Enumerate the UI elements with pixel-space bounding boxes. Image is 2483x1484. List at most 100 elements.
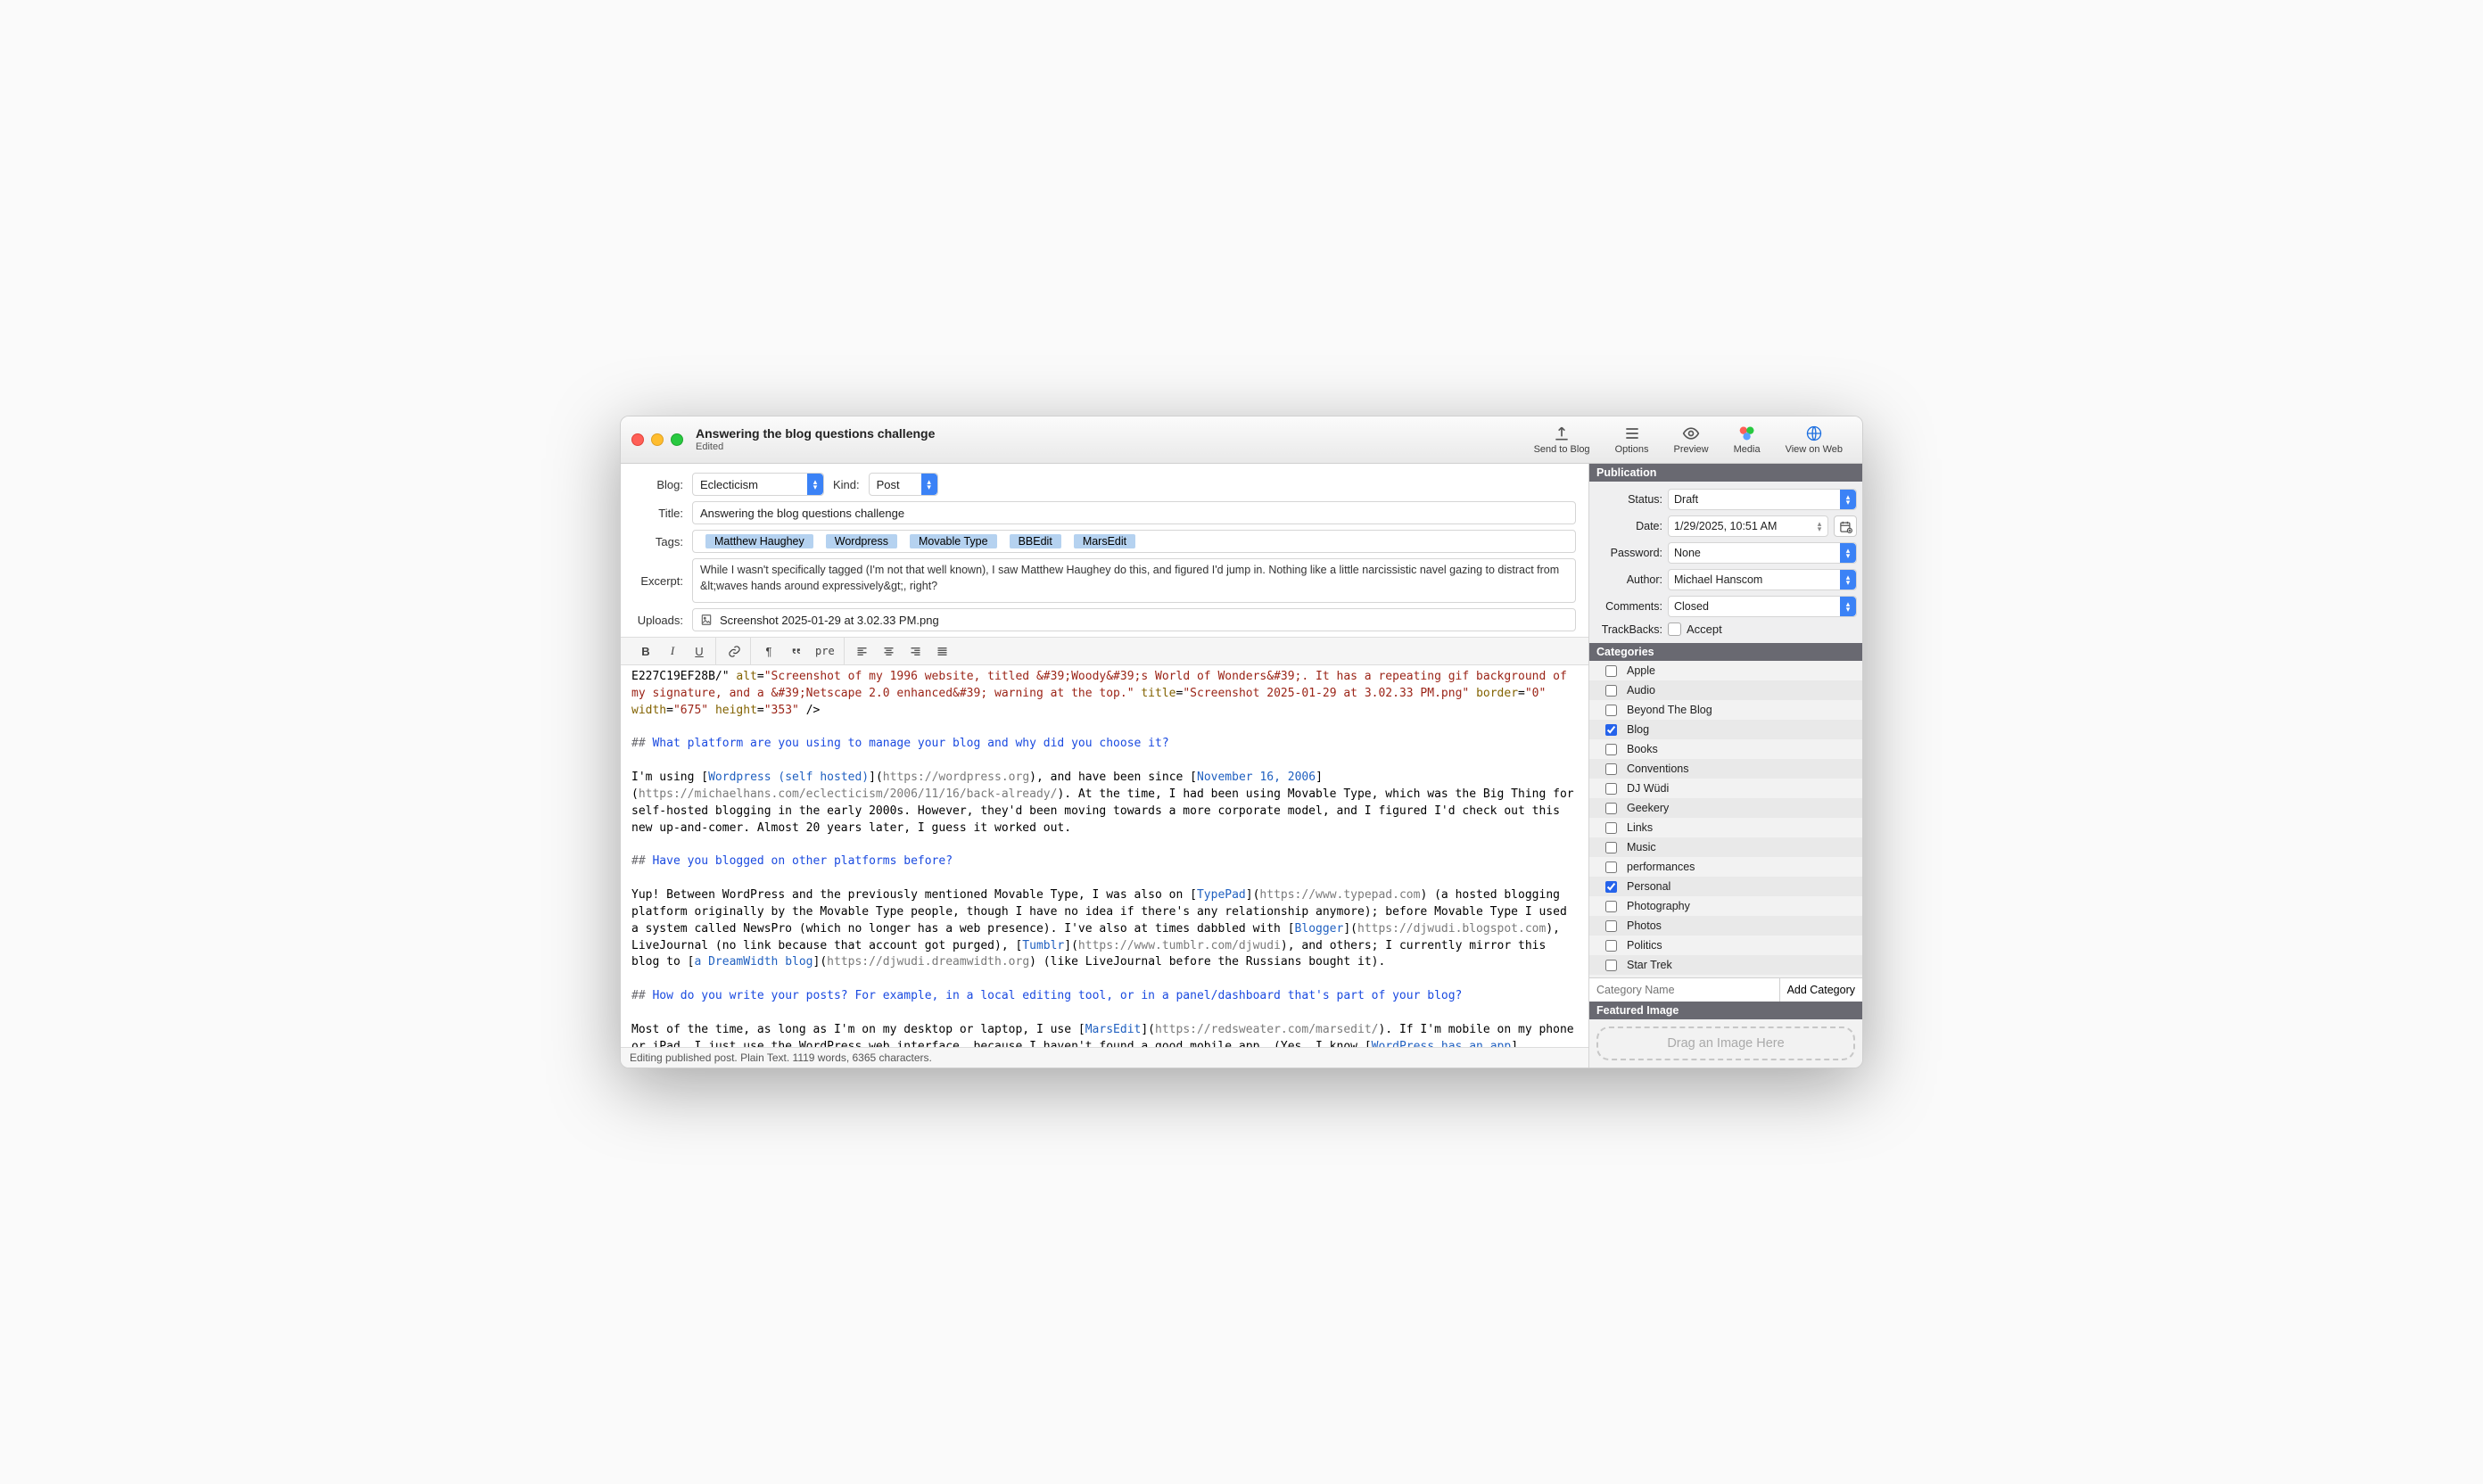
category-row[interactable]: Books: [1589, 739, 1862, 759]
category-label: Beyond The Blog: [1627, 704, 1712, 716]
status-select[interactable]: Draft▴▾: [1668, 489, 1857, 510]
excerpt-label: Excerpt:: [633, 574, 683, 588]
category-checkbox[interactable]: [1605, 862, 1617, 873]
featured-image-header: Featured Image: [1589, 1002, 1862, 1019]
category-row[interactable]: Politics: [1589, 936, 1862, 955]
category-checkbox[interactable]: [1605, 881, 1617, 893]
add-category-button[interactable]: Add Category: [1779, 978, 1862, 1002]
eye-icon: [1682, 425, 1700, 442]
password-select[interactable]: None▴▾: [1668, 542, 1857, 564]
category-label: Blog: [1627, 723, 1649, 736]
format-toolbar: B I U ¶ pre: [621, 637, 1588, 665]
category-row[interactable]: Geekery: [1589, 798, 1862, 818]
category-checkbox[interactable]: [1605, 842, 1617, 853]
category-checkbox[interactable]: [1605, 665, 1617, 677]
link-button[interactable]: [722, 640, 747, 662]
excerpt-input[interactable]: While I wasn't specifically tagged (I'm …: [692, 558, 1576, 603]
category-row[interactable]: Links: [1589, 818, 1862, 837]
editor-textarea[interactable]: E227C19EF28B/" alt="Screenshot of my 199…: [621, 665, 1588, 1047]
category-checkbox[interactable]: [1605, 901, 1617, 912]
align-right-icon: [909, 645, 922, 658]
category-row[interactable]: Audio: [1589, 680, 1862, 700]
blockquote-button[interactable]: [783, 640, 808, 662]
category-row[interactable]: Photography: [1589, 896, 1862, 916]
comments-select[interactable]: Closed▴▾: [1668, 596, 1857, 617]
category-checkbox[interactable]: [1605, 724, 1617, 736]
category-checkbox[interactable]: [1605, 763, 1617, 775]
category-row[interactable]: performances: [1589, 857, 1862, 877]
window-controls: [631, 433, 683, 446]
align-right-button[interactable]: [903, 640, 928, 662]
image-file-icon: [700, 614, 713, 626]
chevron-updown-icon: ▴▾: [1844, 601, 1852, 612]
align-left-icon: [855, 645, 869, 658]
author-label: Author:: [1595, 573, 1662, 586]
calendar-button[interactable]: [1834, 515, 1857, 537]
window-title-block: Answering the blog questions challenge E…: [696, 426, 935, 453]
tag-list: Matthew Haughey Wordpress Movable Type BBEd…: [700, 532, 1141, 550]
category-row[interactable]: Music: [1589, 837, 1862, 857]
kind-select[interactable]: Post ▴▾: [869, 473, 938, 496]
tag[interactable]: BBEdit: [1010, 534, 1061, 548]
category-row[interactable]: Beyond The Blog: [1589, 700, 1862, 720]
category-row[interactable]: Personal: [1589, 877, 1862, 896]
italic-button[interactable]: I: [660, 640, 685, 662]
category-checkbox[interactable]: [1605, 744, 1617, 755]
sidebar: Publication Status: Draft▴▾ Date: 1/29/2…: [1589, 464, 1862, 1068]
category-checkbox[interactable]: [1605, 960, 1617, 971]
pre-button[interactable]: pre: [810, 640, 840, 662]
uploads-field[interactable]: Screenshot 2025-01-29 at 3.02.33 PM.png: [692, 608, 1576, 631]
trackbacks-accept-checkbox[interactable]: Accept: [1668, 622, 1722, 636]
title-input[interactable]: Answering the blog questions challenge: [692, 501, 1576, 524]
category-row[interactable]: Photos: [1589, 916, 1862, 936]
upload-icon: [1553, 425, 1571, 442]
preview-button[interactable]: Preview: [1673, 425, 1708, 455]
view-on-web-button[interactable]: View on Web: [1786, 425, 1843, 455]
category-checkbox[interactable]: [1605, 803, 1617, 814]
paragraph-button[interactable]: ¶: [756, 640, 781, 662]
date-stepper[interactable]: ▴▾: [1811, 516, 1827, 536]
zoom-button[interactable]: [671, 433, 683, 446]
featured-image-dropzone[interactable]: Drag an Image Here: [1596, 1026, 1855, 1060]
category-row[interactable]: Blog: [1589, 720, 1862, 739]
publication-header: Publication: [1589, 464, 1862, 482]
chevron-updown-icon: ▴▾: [811, 479, 820, 490]
send-to-blog-button[interactable]: Send to Blog: [1534, 425, 1590, 455]
tag[interactable]: Movable Type: [910, 534, 997, 548]
category-checkbox[interactable]: [1605, 705, 1617, 716]
category-label: Politics: [1627, 939, 1662, 952]
category-row[interactable]: DJ Wüdi: [1589, 779, 1862, 798]
tags-input[interactable]: Matthew Haughey Wordpress Movable Type BBEd…: [692, 530, 1576, 553]
category-checkbox[interactable]: [1605, 685, 1617, 697]
categories-list[interactable]: AppleAudio Beyond The Blog Blog Books Conven…: [1589, 661, 1862, 977]
category-label: DJ Wüdi: [1627, 782, 1669, 795]
align-justify-icon: [936, 645, 949, 658]
author-select[interactable]: Michael Hanscom▴▾: [1668, 569, 1857, 590]
category-checkbox[interactable]: [1605, 920, 1617, 932]
underline-button[interactable]: U: [687, 640, 712, 662]
date-label: Date:: [1595, 520, 1662, 532]
tag[interactable]: Matthew Haughey: [705, 534, 813, 548]
category-checkbox[interactable]: [1605, 783, 1617, 795]
bold-button[interactable]: B: [633, 640, 658, 662]
options-button[interactable]: Options: [1615, 425, 1649, 455]
media-button[interactable]: Media: [1734, 425, 1761, 455]
align-center-button[interactable]: [877, 640, 902, 662]
category-checkbox[interactable]: [1605, 822, 1617, 834]
align-left-button[interactable]: [850, 640, 875, 662]
align-justify-button[interactable]: [930, 640, 955, 662]
category-checkbox[interactable]: [1605, 940, 1617, 952]
category-row[interactable]: Star Trek: [1589, 955, 1862, 975]
tag[interactable]: Wordpress: [826, 534, 897, 548]
align-center-icon: [882, 645, 895, 658]
main-panel: Blog: Eclecticism ▴▾ Kind: Post ▴▾ Title…: [621, 464, 1589, 1068]
new-category-input[interactable]: [1589, 978, 1779, 1002]
category-label: Conventions: [1627, 763, 1689, 775]
category-row[interactable]: Conventions: [1589, 759, 1862, 779]
date-field[interactable]: 1/29/2025, 10:51 AM ▴▾: [1668, 515, 1828, 537]
tag[interactable]: MarsEdit: [1074, 534, 1135, 548]
blog-select[interactable]: Eclecticism ▴▾: [692, 473, 824, 496]
minimize-button[interactable]: [651, 433, 664, 446]
close-button[interactable]: [631, 433, 644, 446]
category-row[interactable]: Apple: [1589, 661, 1862, 680]
